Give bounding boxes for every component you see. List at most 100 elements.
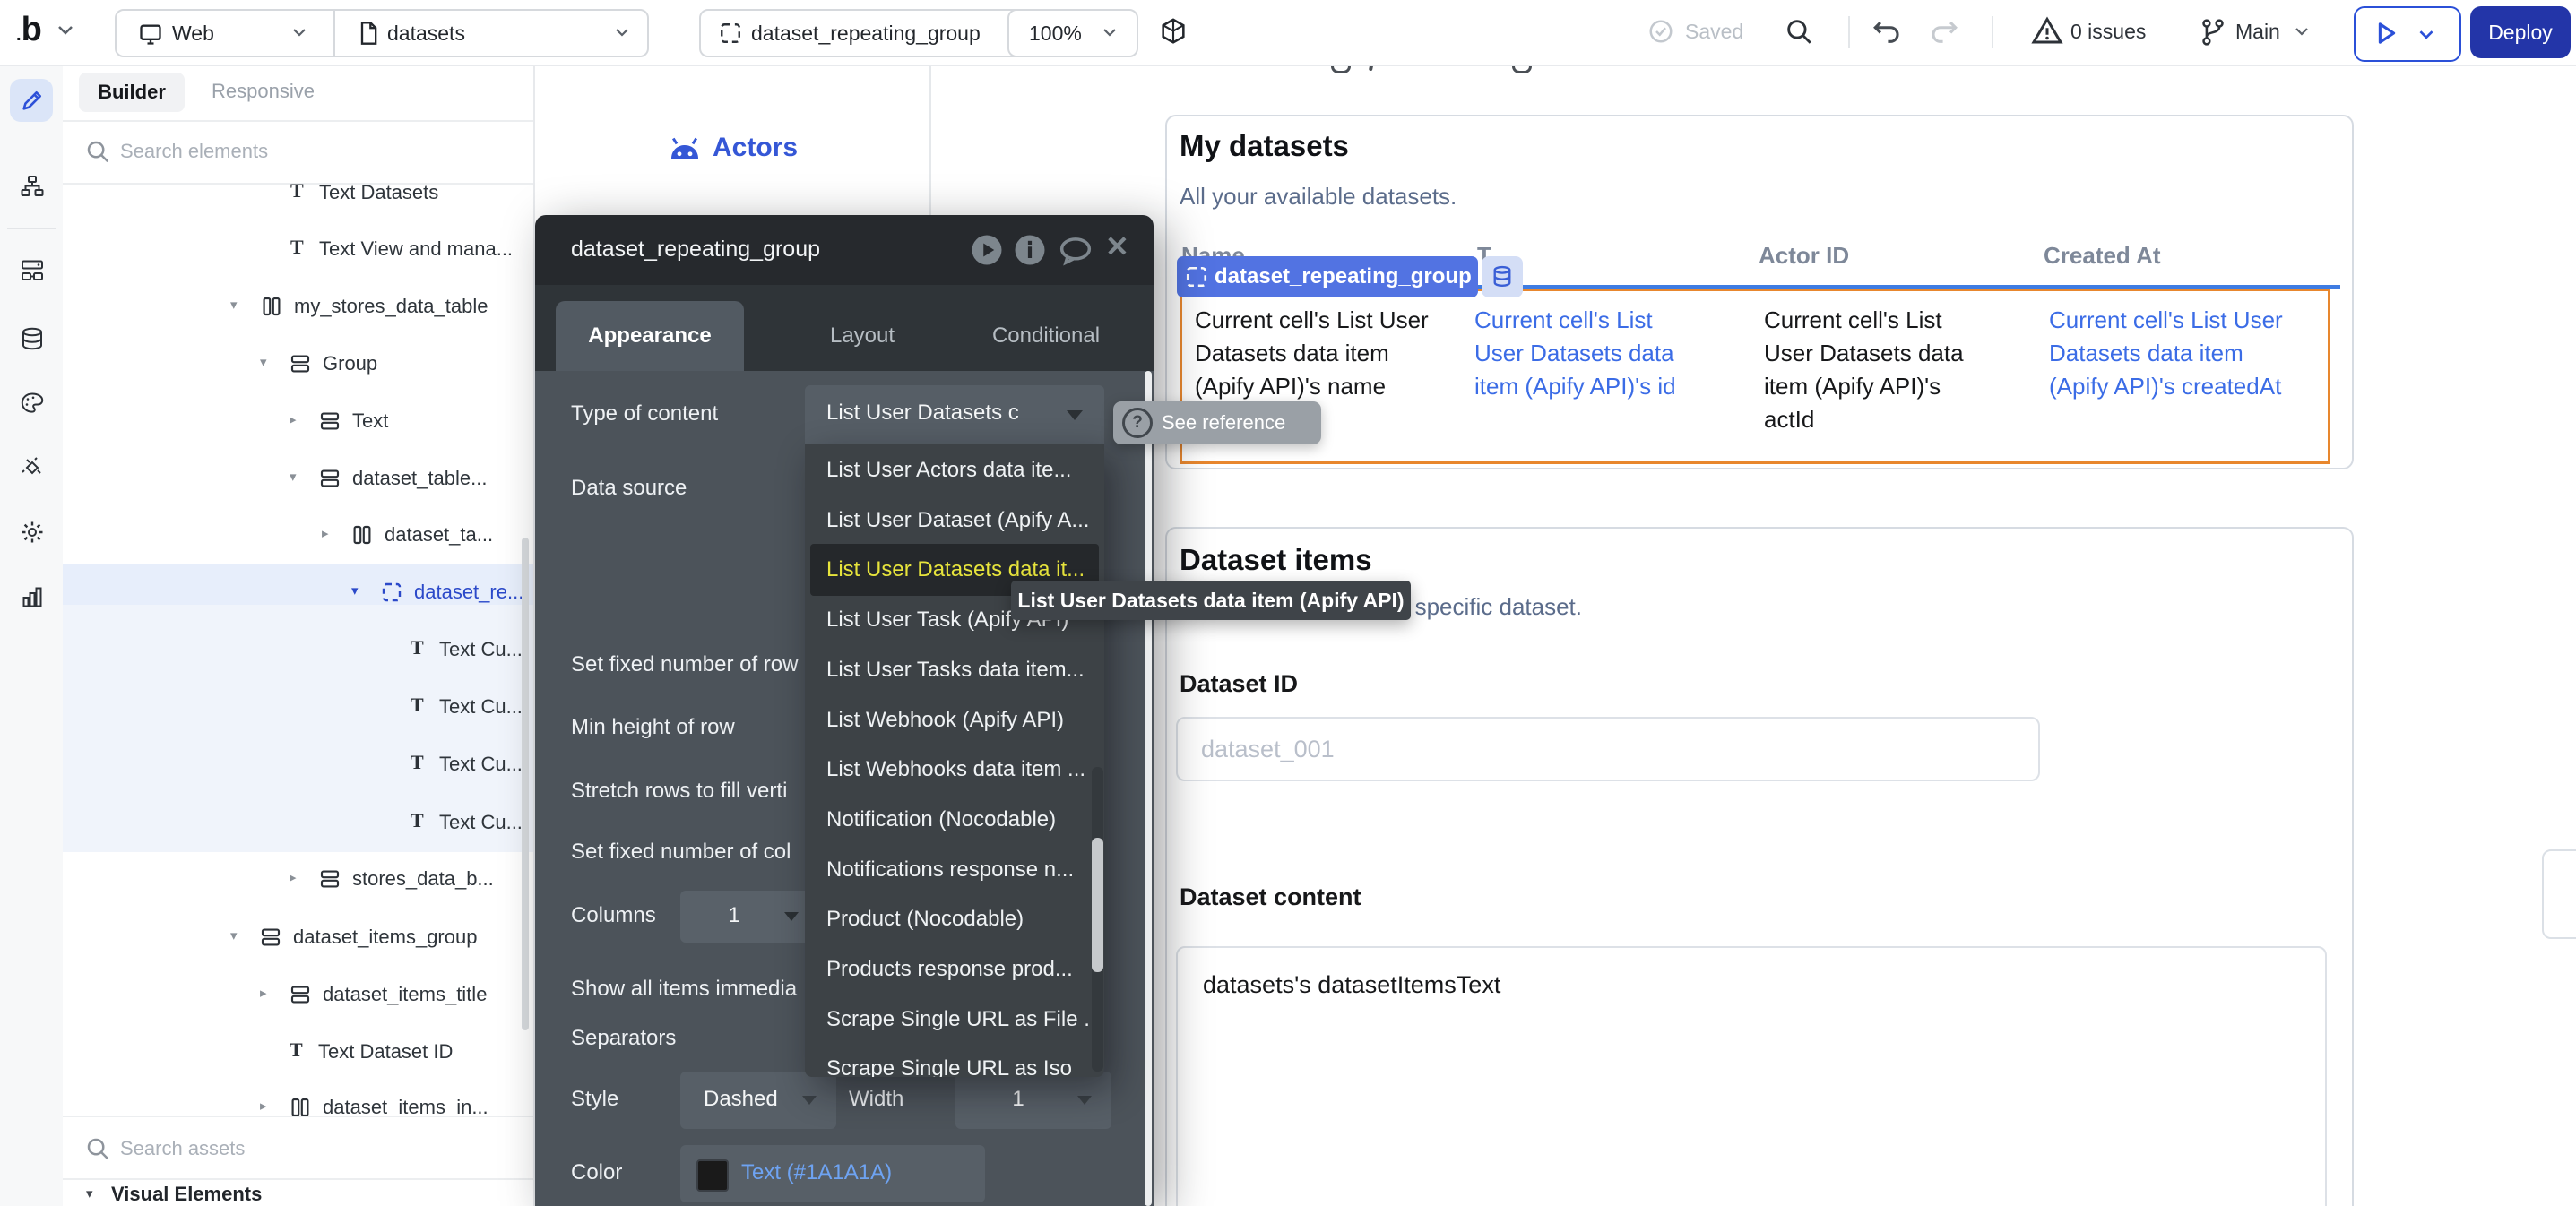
tree-item[interactable]: ▾ dataset_items_group bbox=[63, 918, 533, 958]
workflow-blocks-icon[interactable] bbox=[20, 258, 45, 283]
tree-item[interactable]: T Text View and mana... bbox=[63, 230, 533, 270]
tree-item[interactable]: T Text Cu... bbox=[63, 804, 533, 843]
dropdown-option[interactable]: Notification (Nocodable) bbox=[805, 796, 1104, 844]
chevron-down-icon[interactable]: ▾ bbox=[230, 927, 238, 943]
plugins-plug-icon[interactable] bbox=[20, 455, 45, 480]
search-assets-input[interactable] bbox=[118, 1130, 507, 1167]
chevron-right-icon[interactable]: ▸ bbox=[290, 411, 297, 427]
separator-style-select[interactable]: Dashed bbox=[680, 1072, 836, 1129]
issues-count[interactable]: 0 issues bbox=[2070, 20, 2146, 44]
chevron-right-icon[interactable]: ▸ bbox=[322, 525, 329, 541]
info-icon[interactable] bbox=[1014, 234, 1046, 266]
redo-icon[interactable] bbox=[1929, 16, 1959, 47]
chevron-down-icon[interactable] bbox=[292, 28, 307, 38]
chevron-down-icon[interactable] bbox=[2418, 30, 2434, 40]
preview-run-button[interactable] bbox=[2354, 6, 2461, 62]
tree-item[interactable]: ▸ dataset_ta... bbox=[63, 516, 533, 556]
chevron-right-icon[interactable]: ▸ bbox=[260, 985, 267, 1001]
dropdown-option[interactable]: List User Dataset (Apify A... bbox=[805, 496, 1104, 545]
columns-input[interactable]: 1 bbox=[680, 891, 815, 943]
tree-item[interactable]: ▸ stores_data_b... bbox=[63, 860, 533, 900]
panel-scrollbar[interactable] bbox=[1145, 371, 1152, 1206]
chevron-down-icon bbox=[784, 912, 799, 921]
chevron-down-icon[interactable] bbox=[615, 28, 629, 38]
dropdown-option[interactable]: List Webhook (Apify API) bbox=[805, 696, 1104, 745]
design-pencil-icon[interactable] bbox=[20, 88, 45, 113]
chevron-down-icon[interactable]: ▾ bbox=[230, 297, 238, 313]
cell-name-binding[interactable]: Current cell's List User Datasets data i… bbox=[1195, 304, 1441, 403]
branch-name[interactable]: Main bbox=[2235, 20, 2280, 44]
see-reference-button[interactable]: ? See reference bbox=[1113, 401, 1321, 444]
undo-icon[interactable] bbox=[1871, 16, 1902, 47]
tree-item[interactable]: ▸ dataset_items_in... bbox=[63, 1089, 533, 1116]
close-icon[interactable]: ✕ bbox=[1105, 229, 1129, 263]
chevron-down-icon[interactable]: ▾ bbox=[351, 582, 359, 599]
page-name[interactable]: datasets bbox=[387, 22, 465, 46]
data-source-badge[interactable] bbox=[1482, 256, 1523, 297]
dataset-id-input[interactable] bbox=[1176, 717, 2040, 781]
dropdown-option[interactable]: Product (Nocodable) bbox=[805, 895, 1104, 943]
tab-layout[interactable]: Layout bbox=[786, 301, 938, 371]
comment-icon[interactable] bbox=[1059, 236, 1093, 266]
bubble-logo[interactable]: .b bbox=[16, 11, 42, 49]
dropdown-scrollbar-thumb[interactable] bbox=[1092, 838, 1103, 972]
tree-item[interactable]: T Text Dataset ID bbox=[63, 1033, 533, 1072]
tree-item[interactable]: ▾ dataset_table... bbox=[63, 460, 533, 499]
package-icon[interactable] bbox=[1158, 16, 1189, 48]
tree-item[interactable]: ▾ Group bbox=[63, 345, 533, 384]
property-editor-header[interactable]: dataset_repeating_group ✕ bbox=[535, 215, 1154, 285]
search-elements-input[interactable] bbox=[118, 133, 507, 170]
nav-actors[interactable]: Actors bbox=[713, 133, 798, 163]
chevron-down-icon[interactable] bbox=[57, 25, 73, 36]
dropdown-option[interactable]: Products response prod... bbox=[805, 945, 1104, 994]
tab-responsive[interactable]: Responsive bbox=[212, 80, 315, 103]
separator-width-select[interactable]: 1 bbox=[955, 1072, 1111, 1129]
cell-actid-binding[interactable]: Current cell's List User Datasets data i… bbox=[1764, 304, 1988, 436]
repeating-group-cell[interactable]: Current cell's List User Datasets data i… bbox=[1180, 289, 2330, 464]
type-of-content-select[interactable]: List User Datasets c bbox=[805, 385, 1104, 444]
download-csv-button[interactable]: Download as CSV bbox=[2542, 849, 2576, 939]
dropdown-option[interactable]: Scrape Single URL as File ... bbox=[805, 995, 1104, 1044]
chevron-right-icon[interactable]: ▸ bbox=[290, 869, 297, 885]
play-icon[interactable] bbox=[971, 234, 1003, 266]
dropdown-option[interactable]: Scrape Single URL as Iso bbox=[805, 1045, 1104, 1077]
settings-gear-icon[interactable] bbox=[20, 520, 45, 545]
actors-robot-icon[interactable] bbox=[666, 131, 704, 165]
tree-item[interactable]: T Text Cu... bbox=[63, 688, 533, 728]
dropdown-option[interactable]: Notifications response n... bbox=[805, 846, 1104, 894]
sitemap-icon[interactable] bbox=[20, 174, 45, 199]
fixed-rows-label: Set fixed number of row bbox=[571, 652, 804, 677]
separator-color-field[interactable]: Text (#1A1A1A) bbox=[680, 1145, 985, 1202]
chevron-down-icon[interactable]: ▾ bbox=[260, 354, 267, 370]
device-label[interactable]: Web bbox=[172, 22, 214, 46]
database-icon[interactable] bbox=[20, 326, 45, 351]
tree-item[interactable]: ▸ dataset_items_title bbox=[63, 976, 533, 1015]
deploy-label: Deploy bbox=[2488, 21, 2553, 45]
tree-item[interactable]: T Text Cu... bbox=[63, 631, 533, 670]
tree-item[interactable]: T Text Datasets bbox=[63, 184, 533, 213]
chevron-down-icon[interactable] bbox=[2295, 27, 2309, 37]
tree-item[interactable]: ▸ Text bbox=[63, 402, 533, 442]
cell-createdat-binding[interactable]: Current cell's List User Datasets data i… bbox=[2049, 304, 2298, 403]
visual-elements-section[interactable]: ▾ Visual Elements bbox=[63, 1178, 533, 1206]
tree-item[interactable]: T Text Cu... bbox=[63, 745, 533, 785]
styles-palette-icon[interactable] bbox=[20, 391, 45, 416]
chevron-down-icon[interactable]: ▾ bbox=[290, 469, 297, 485]
tab-builder[interactable]: Builder bbox=[79, 73, 185, 112]
search-icon[interactable] bbox=[1784, 16, 1814, 47]
chart-icon[interactable] bbox=[20, 584, 45, 609]
dropdown-option[interactable]: List User Actors data ite... bbox=[805, 446, 1104, 495]
dropdown-option[interactable]: List User Tasks data item... bbox=[805, 646, 1104, 694]
tree-item-selected[interactable]: ▾ dataset_re... bbox=[63, 573, 533, 613]
selected-element-chip[interactable]: dataset_repeating_group bbox=[1177, 256, 1478, 297]
deploy-button[interactable]: Deploy bbox=[2470, 6, 2571, 58]
cell-id-binding[interactable]: Current cell's List User Datasets data i… bbox=[1474, 304, 1699, 403]
chevron-right-icon[interactable]: ▸ bbox=[260, 1098, 267, 1114]
zoom-control[interactable]: 100% bbox=[1007, 9, 1138, 57]
tab-conditional[interactable]: Conditional bbox=[956, 301, 1136, 371]
tree-scrollbar[interactable] bbox=[522, 538, 529, 1030]
color-swatch[interactable] bbox=[696, 1159, 729, 1192]
tab-appearance[interactable]: Appearance bbox=[556, 301, 744, 371]
dropdown-option[interactable]: List Webhooks data item ... bbox=[805, 745, 1104, 794]
tree-item[interactable]: ▾ my_stores_data_table bbox=[63, 288, 533, 327]
